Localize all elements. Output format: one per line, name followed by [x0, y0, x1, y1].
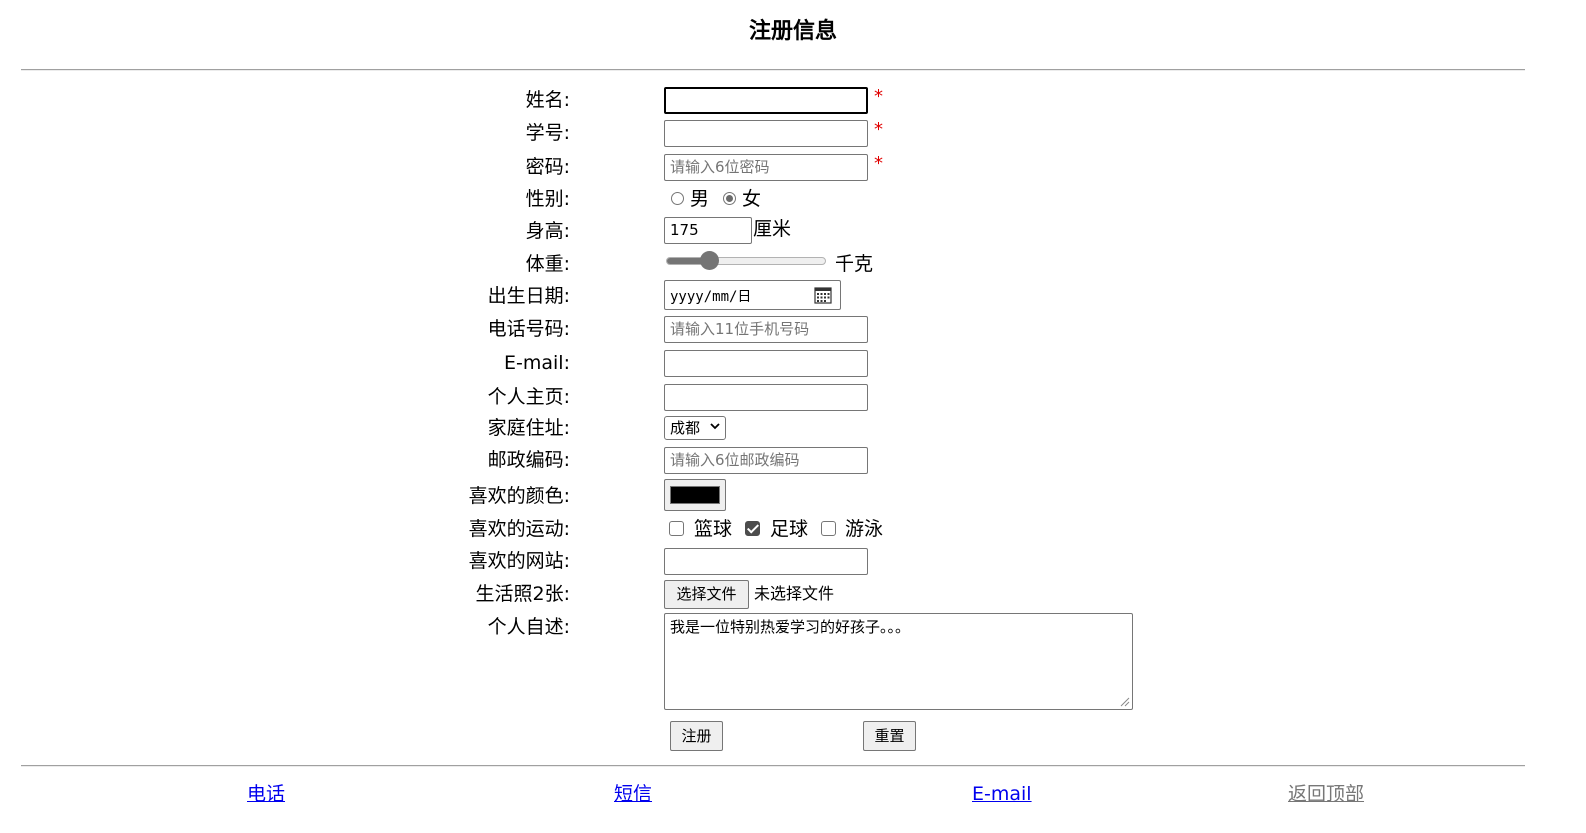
sport-football-checkbox[interactable] — [745, 521, 760, 536]
gender-female-label: 女 — [742, 188, 762, 210]
bio-text: 我是一位特别热爱学习的好孩子。。。 — [670, 618, 911, 636]
sport-basketball-checkbox[interactable] — [669, 521, 684, 536]
name-input[interactable] — [664, 87, 868, 114]
footer-sms-link[interactable]: 短信 — [614, 782, 652, 806]
bio-label: 个人自述: — [487, 616, 570, 638]
bio-textarea[interactable]: 我是一位特别热爱学习的好孩子。。。 — [664, 613, 1133, 710]
weight-slider-track[interactable] — [666, 257, 826, 265]
student-id-label: 学号: — [525, 122, 570, 144]
reset-button[interactable]: 重置 — [863, 721, 916, 751]
bottom-divider — [21, 765, 1525, 767]
height-label: 身高: — [525, 220, 570, 242]
file-status: 未选择文件 — [754, 584, 835, 603]
sport-basketball-label: 篮球 — [694, 518, 733, 540]
resize-grip-icon[interactable] — [1120, 697, 1130, 707]
password-label: 密码: — [525, 156, 570, 178]
email-label: E-mail: — [504, 352, 570, 374]
top-divider — [21, 69, 1525, 71]
address-label: 家庭住址: — [487, 417, 570, 439]
sports-label: 喜欢的运动: — [468, 518, 570, 540]
gender-female-radio[interactable] — [723, 192, 736, 205]
gender-male-label: 男 — [690, 188, 710, 210]
submit-button[interactable]: 注册 — [670, 721, 723, 751]
footer-back-to-top-link[interactable]: 返回顶部 — [1288, 782, 1364, 806]
email-input[interactable] — [664, 350, 868, 377]
color-label: 喜欢的颜色: — [468, 485, 570, 507]
student-id-required-mark: * — [874, 119, 883, 140]
sport-football-label: 足球 — [770, 518, 809, 540]
phone-label: 电话号码: — [487, 318, 570, 340]
page-title: 注册信息 — [748, 19, 837, 44]
address-selected-value: 成都 — [670, 419, 701, 437]
password-required-mark: * — [874, 153, 883, 174]
birthdate-placeholder: yyyy/mm/日 — [670, 289, 752, 305]
height-input[interactable]: 175 — [664, 217, 752, 244]
footer-email-link[interactable]: E-mail — [972, 782, 1032, 806]
website-input[interactable] — [664, 548, 868, 575]
website-label: 喜欢的网站: — [468, 550, 570, 572]
weight-label: 体重: — [525, 253, 570, 275]
sport-swimming-checkbox[interactable] — [821, 521, 836, 536]
birthdate-label: 出生日期: — [487, 285, 570, 307]
postcode-input[interactable]: 请输入6位邮政编码 — [664, 447, 868, 474]
choose-file-button[interactable]: 选择文件 — [664, 580, 749, 609]
gender-label: 性别: — [525, 188, 570, 210]
height-unit: 厘米 — [753, 218, 792, 240]
chevron-down-icon — [710, 423, 720, 430]
birthdate-input[interactable]: yyyy/mm/日 — [664, 280, 841, 310]
footer-phone-link[interactable]: 电话 — [247, 782, 285, 806]
color-swatch — [670, 486, 720, 504]
weight-slider-thumb[interactable] — [699, 251, 719, 270]
photos-label: 生活照2张: — [475, 583, 571, 605]
postcode-label: 邮政编码: — [487, 449, 570, 471]
name-required-mark: * — [874, 86, 883, 107]
name-label: 姓名: — [525, 89, 570, 111]
calendar-icon[interactable] — [814, 286, 832, 304]
phone-input[interactable]: 请输入11位手机号码 — [664, 316, 868, 343]
homepage-label: 个人主页: — [487, 386, 570, 408]
homepage-input[interactable] — [664, 384, 868, 411]
weight-unit: 千克 — [835, 253, 874, 275]
gender-male-radio[interactable] — [671, 192, 684, 205]
password-input[interactable]: 请输入6位密码 — [664, 154, 868, 181]
address-select[interactable]: 成都 — [664, 416, 726, 440]
color-picker[interactable] — [664, 479, 726, 511]
sport-swimming-label: 游泳 — [845, 518, 884, 540]
student-id-input[interactable] — [664, 120, 868, 147]
